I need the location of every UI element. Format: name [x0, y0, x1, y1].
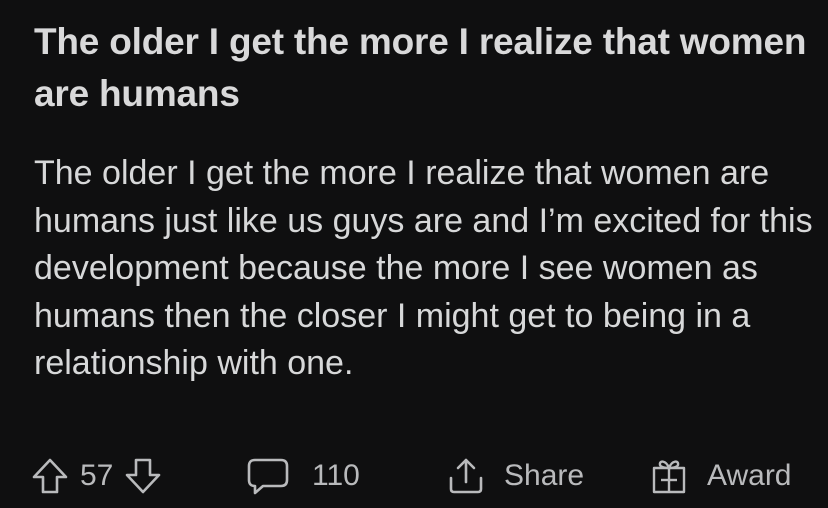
share-label: Share: [504, 459, 585, 492]
post-title[interactable]: The older I get the more I realize that …: [34, 16, 814, 120]
arrow-down-icon[interactable]: [123, 456, 163, 496]
comment-count: 110: [312, 459, 360, 492]
post-card: The older I get the more I realize that …: [0, 0, 828, 508]
vote-count: 57: [80, 459, 114, 492]
gift-box-icon: [651, 456, 687, 496]
post-body: The older I get the more I realize that …: [34, 154, 813, 382]
vote-controls: 57: [30, 448, 163, 504]
award-label: Award: [707, 459, 792, 492]
award-button[interactable]: Award: [651, 448, 792, 504]
comments-button[interactable]: 110: [246, 448, 360, 504]
share-upload-icon: [446, 456, 486, 496]
share-button[interactable]: Share: [446, 448, 584, 504]
arrow-up-icon[interactable]: [30, 456, 70, 496]
speech-bubble-icon: [246, 456, 290, 496]
post-action-bar: 57 110 Share Award: [0, 448, 828, 504]
